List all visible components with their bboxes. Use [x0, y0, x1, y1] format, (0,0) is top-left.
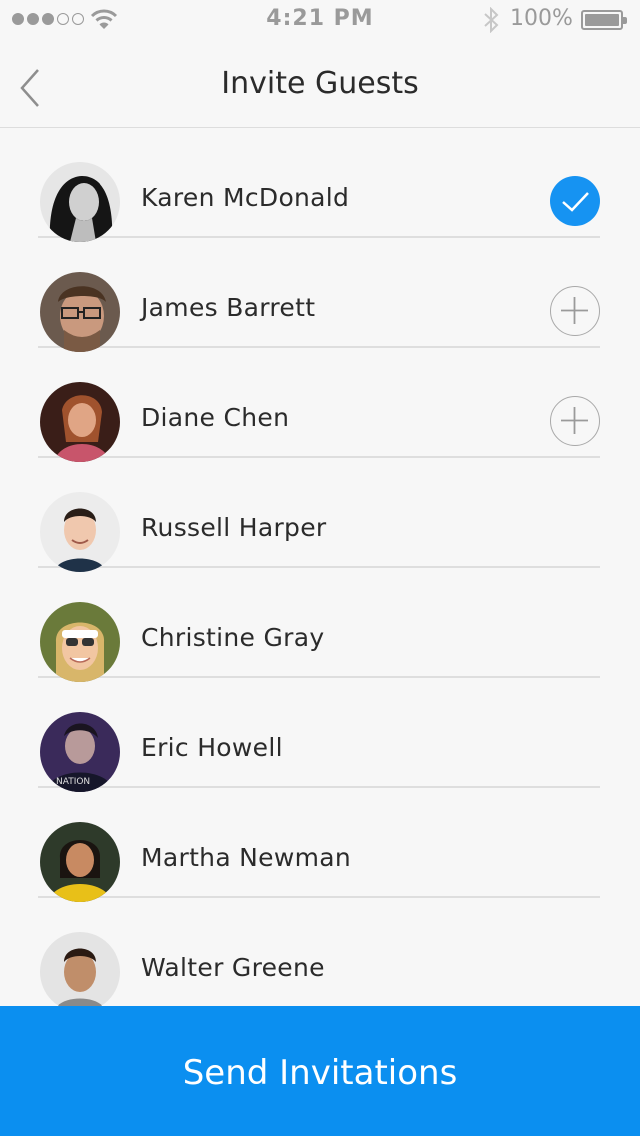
avatar: [40, 602, 120, 682]
avatar: [40, 932, 120, 1006]
page-title: Invite Guests: [221, 66, 419, 101]
guest-name: Walter Greene: [141, 953, 325, 982]
guest-name: Eric Howell: [141, 733, 283, 762]
guest-row-james-barrett[interactable]: James Barrett: [38, 238, 600, 352]
add-guest-button[interactable]: [550, 396, 600, 446]
plus-icon: [561, 297, 588, 324]
guest-row-christine-gray[interactable]: Christine Gray: [38, 568, 600, 682]
guest-name: Christine Gray: [141, 623, 325, 652]
plus-icon: [561, 407, 588, 434]
guest-row-diane-chen[interactable]: Diane Chen: [38, 348, 600, 462]
guest-row-karen-mcdonald[interactable]: Karen McDonald: [38, 128, 600, 242]
selected-check-button[interactable]: [550, 176, 600, 226]
nav-bar: Invite Guests: [0, 40, 640, 128]
guest-name: Martha Newman: [141, 843, 352, 872]
checkmark-icon: [562, 192, 589, 212]
send-invitations-button[interactable]: Send Invitations: [0, 1006, 640, 1136]
guest-row-russell-harper[interactable]: Russell Harper: [38, 458, 600, 572]
guest-name: Russell Harper: [141, 513, 327, 542]
guest-name: Diane Chen: [141, 403, 290, 432]
guest-list: Karen McDonald James Barrett Diane Chen …: [0, 128, 640, 1006]
battery-icon: [581, 10, 627, 30]
add-guest-button[interactable]: [550, 286, 600, 336]
guest-name: Karen McDonald: [141, 183, 350, 212]
avatar: [40, 272, 120, 352]
guest-row-eric-howell[interactable]: NATION Eric Howell: [38, 678, 600, 792]
battery-percent: 100%: [510, 6, 573, 31]
avatar: [40, 162, 120, 242]
guest-row-martha-newman[interactable]: Martha Newman: [38, 788, 600, 902]
avatar: [40, 382, 120, 462]
svg-text:NATION: NATION: [56, 777, 90, 787]
guest-name: James Barrett: [141, 293, 316, 322]
avatar: NATION: [40, 712, 120, 792]
status-bar: 4:21 PM 100%: [0, 0, 640, 40]
guest-row-walter-greene[interactable]: Walter Greene: [38, 898, 600, 1006]
avatar: [40, 492, 120, 572]
bluetooth-icon: [484, 7, 499, 33]
avatar: [40, 822, 120, 902]
